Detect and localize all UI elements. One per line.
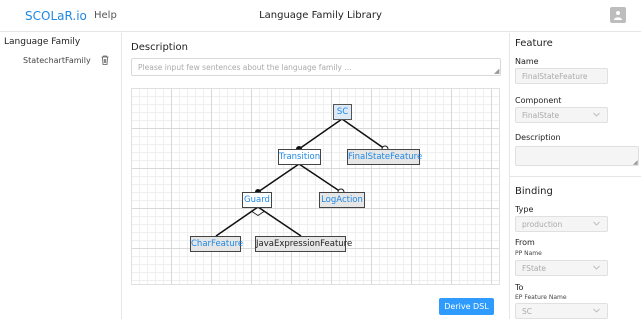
pp-name-select[interactable]: FState — [515, 260, 608, 276]
type-select[interactable]: production — [515, 216, 608, 232]
ep-feature-name-label: EP Feature Name — [515, 294, 567, 301]
feature-model-edges — [215, 118, 389, 237]
node-sc[interactable]: SC — [333, 104, 352, 120]
panel-divider — [509, 176, 641, 177]
user-button[interactable] — [610, 7, 626, 23]
node-guard[interactable]: Guard — [242, 192, 272, 208]
node-java-expression-feature[interactable]: JavaExpressionFeature — [255, 236, 352, 252]
node-final-state-feature[interactable]: FinalStateFeature — [347, 149, 422, 165]
name-label: Name — [515, 57, 539, 66]
derive-dsl-button[interactable]: Derive DSL — [439, 298, 494, 315]
description-input[interactable]: Please input few sentences about the lan… — [131, 58, 501, 76]
component-value: FinalState — [522, 111, 560, 120]
description-heading: Description — [131, 42, 188, 53]
sidebar-item-statechart-family[interactable]: StatechartFamily — [0, 53, 121, 69]
feature-name-field[interactable]: FinalStateFeature — [515, 68, 608, 84]
description-label: Description — [515, 133, 561, 142]
type-label: Type — [515, 205, 534, 214]
node-log-action[interactable]: LogAction — [319, 192, 365, 208]
language-family-sidebar: Language Family StatechartFamily — [0, 33, 122, 319]
chevron-down-icon — [593, 308, 600, 313]
pp-name-label: PP Name — [515, 250, 542, 257]
app-header: SCOLaR.io Help Language Family Library — [0, 0, 641, 32]
chevron-down-icon — [593, 112, 600, 117]
ep-feature-name-select[interactable]: SC — [515, 303, 608, 319]
feature-heading: Feature — [515, 38, 553, 49]
user-icon — [614, 11, 622, 20]
page-title: Language Family Library — [259, 10, 382, 21]
ep-feature-name-value: SC — [522, 307, 532, 316]
node-char-feature[interactable]: CharFeature — [190, 236, 243, 252]
chevron-down-icon — [593, 265, 600, 270]
resize-handle-icon[interactable]: ◢ — [633, 159, 638, 166]
binding-heading: Binding — [515, 186, 553, 197]
sidebar-title: Language Family — [4, 37, 81, 47]
sidebar-item-label: StatechartFamily — [23, 56, 91, 65]
type-value: production — [522, 220, 563, 229]
component-label: Component — [515, 96, 562, 105]
resize-handle-icon[interactable]: ◢ — [494, 68, 499, 75]
from-label: From — [515, 238, 535, 247]
to-label: To — [515, 283, 524, 292]
feature-description-field[interactable] — [515, 146, 639, 166]
chevron-down-icon — [593, 221, 600, 226]
trash-icon[interactable] — [101, 55, 109, 65]
pp-name-value: FState — [522, 264, 547, 273]
node-transition[interactable]: Transition — [278, 149, 321, 165]
feature-name-value: FinalStateFeature — [522, 72, 588, 81]
component-select[interactable]: FinalState — [515, 107, 608, 123]
